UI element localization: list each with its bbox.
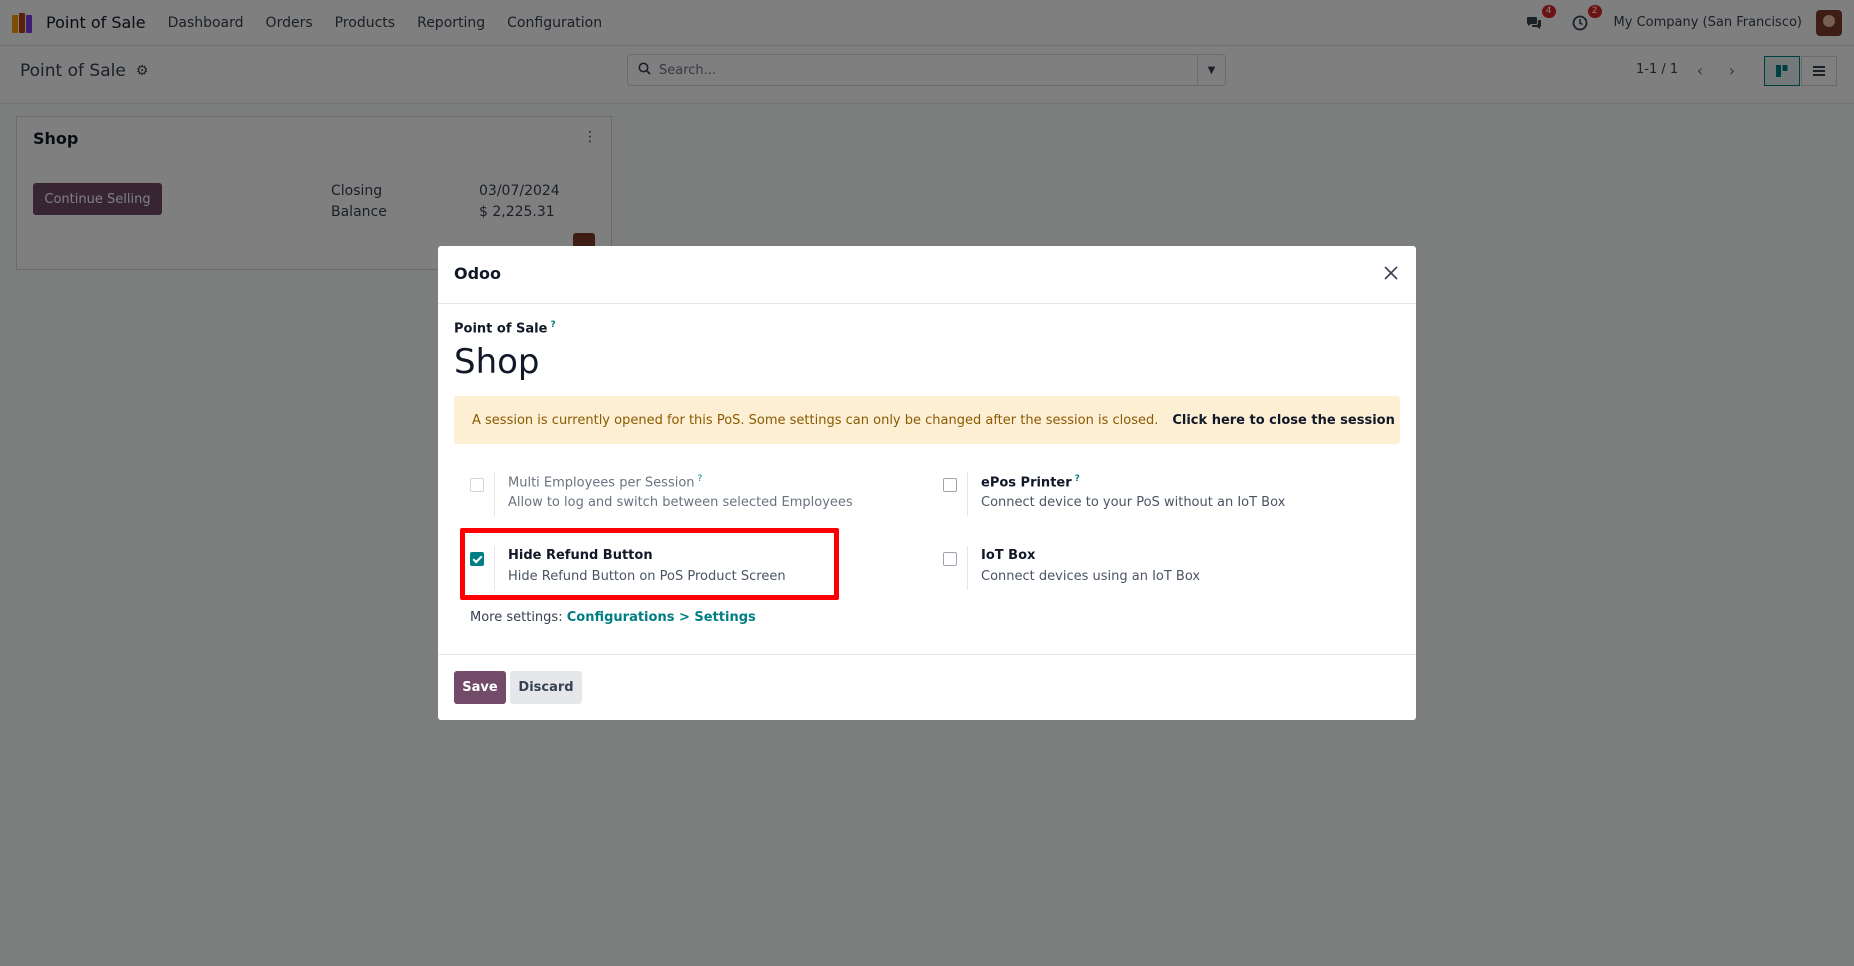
epos-printer-checkbox[interactable] — [943, 478, 957, 492]
setting-desc: Connect devices using an IoT Box — [981, 569, 1201, 584]
discard-button[interactable]: Discard — [510, 671, 582, 704]
more-settings: More settings: Configurations > Settings — [470, 610, 756, 625]
more-settings-label: More settings: — [470, 610, 563, 625]
multi-employees-checkbox — [470, 478, 484, 492]
section-label: Point of Sale? — [454, 320, 556, 336]
settings-link[interactable]: Configurations > Settings — [567, 610, 756, 625]
setting-iot-box: IoT Box Connect devices using an IoT Box — [943, 544, 1383, 602]
setting-title: IoT Box — [981, 548, 1036, 563]
setting-multi-employees: Multi Employees per Session? Allow to lo… — [470, 470, 890, 528]
help-icon[interactable]: ? — [1075, 474, 1080, 484]
help-icon[interactable]: ? — [550, 320, 555, 330]
dialog-header: Odoo — [438, 246, 1416, 304]
help-icon[interactable]: ? — [698, 474, 703, 484]
setting-desc: Allow to log and switch between selected… — [508, 495, 853, 510]
dialog-footer: Save Discard — [438, 654, 1416, 720]
setting-title: ePos Printer? — [981, 474, 1080, 491]
alert-text: A session is currently opened for this P… — [472, 412, 1159, 428]
settings-dialog: Odoo Point of Sale? Shop A session is cu… — [438, 246, 1416, 720]
session-alert: A session is currently opened for this P… — [454, 396, 1400, 444]
annotation-highlight-box — [460, 528, 839, 600]
setting-divider — [494, 472, 495, 516]
setting-title: Multi Employees per Session? — [508, 474, 703, 491]
iot-box-checkbox[interactable] — [943, 552, 957, 566]
dialog-title: Odoo — [454, 264, 502, 283]
setting-divider — [967, 546, 968, 590]
save-button[interactable]: Save — [454, 671, 506, 704]
setting-divider — [967, 472, 968, 516]
close-icon[interactable] — [1380, 262, 1402, 284]
section-label-text: Point of Sale — [454, 321, 548, 337]
record-name: Shop — [454, 342, 540, 382]
setting-desc: Connect device to your PoS without an Io… — [981, 495, 1286, 510]
setting-epos-printer: ePos Printer? Connect device to your PoS… — [943, 470, 1383, 528]
close-session-link[interactable]: Click here to close the session — [1172, 413, 1395, 428]
